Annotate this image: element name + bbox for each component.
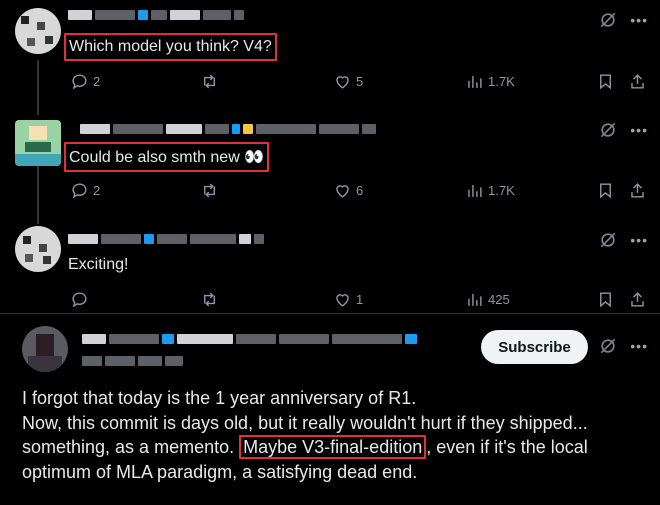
like-count: 1 <box>356 291 364 307</box>
avatar[interactable] <box>15 8 61 54</box>
author-name-redacted[interactable] <box>80 122 376 136</box>
retweet-button[interactable] <box>200 70 219 92</box>
views-count: 425 <box>488 291 510 307</box>
author-name-redacted[interactable] <box>68 8 244 22</box>
tweet-top-actions: ••• <box>598 120 648 140</box>
author-handle-redacted[interactable] <box>82 354 183 368</box>
text-segment: something, as a memento. <box>22 437 235 457</box>
main-tweet-text: I forgot that today is the 1 year annive… <box>22 386 652 484</box>
tweet-top-actions: ••• <box>598 336 648 356</box>
text-line: I forgot that today is the 1 year annive… <box>22 388 417 408</box>
views-count: 1.7K <box>488 182 515 198</box>
bookmark-icon <box>600 73 611 89</box>
bookmark-icon <box>600 291 611 307</box>
like-button[interactable]: 1 <box>333 288 363 310</box>
reply-icon <box>72 291 87 307</box>
share-button[interactable] <box>628 179 647 201</box>
reply-count: 2 <box>93 73 101 89</box>
more-icon[interactable]: ••• <box>630 122 648 138</box>
reply-button[interactable]: 2 <box>70 179 100 201</box>
grok-icon[interactable] <box>598 336 618 356</box>
views-icon <box>468 75 482 88</box>
retweet-button[interactable] <box>200 179 219 201</box>
text-line: something, as a memento. Maybe V3-final-… <box>22 435 652 460</box>
like-button[interactable]: 6 <box>333 179 363 201</box>
grok-icon[interactable] <box>598 10 618 30</box>
bookmark-button[interactable] <box>596 288 615 310</box>
tweet-top-actions: ••• <box>598 230 648 250</box>
avatar[interactable] <box>22 326 68 372</box>
share-button[interactable] <box>628 288 647 310</box>
grok-icon[interactable] <box>598 230 618 250</box>
more-icon[interactable]: ••• <box>630 232 648 248</box>
more-icon[interactable]: ••• <box>630 338 648 354</box>
tweet-text: Exciting! <box>68 256 129 273</box>
author-name-redacted[interactable] <box>68 232 264 246</box>
reply-icon <box>72 182 87 198</box>
reply-icon <box>72 73 87 89</box>
retweet-icon <box>204 183 215 197</box>
tweet-text: Could be also smth new 👀 <box>64 142 270 172</box>
avatar[interactable] <box>15 120 61 166</box>
tweet-text: Which model you think? V4? <box>64 33 277 61</box>
subscribe-button[interactable]: Subscribe <box>481 330 588 364</box>
retweet-button[interactable] <box>200 288 219 310</box>
views-button[interactable]: 1.7K <box>465 70 515 92</box>
tweet-actions: 1 425 <box>0 288 660 310</box>
share-icon <box>631 182 644 198</box>
views-count: 1.7K <box>488 73 515 89</box>
heart-icon <box>336 293 349 307</box>
heart-icon <box>336 75 349 89</box>
heart-icon <box>336 184 349 198</box>
bookmark-button[interactable] <box>596 179 615 201</box>
views-icon <box>468 184 482 197</box>
share-icon <box>631 291 644 307</box>
highlighted-text: Maybe V3-final-edition <box>239 435 427 459</box>
tweet-text-content: Could be also smth new <box>69 149 240 166</box>
bookmark-button[interactable] <box>596 70 615 92</box>
text-segment: , even if it's the local <box>426 437 588 457</box>
views-button[interactable]: 425 <box>465 288 510 310</box>
reply-button[interactable]: 2 <box>70 70 100 92</box>
like-count: 5 <box>356 73 364 89</box>
reply-count: 2 <box>93 182 101 198</box>
bookmark-icon <box>600 182 611 198</box>
like-button[interactable]: 5 <box>333 70 363 92</box>
views-icon <box>468 293 482 306</box>
reply-tweet-1[interactable]: ••• Which model you think? V4? 2 5 1.7K <box>0 0 660 105</box>
reply-tweet-2[interactable]: ••• Could be also smth new 👀 2 6 1.7K <box>0 110 660 215</box>
tweet-actions: 2 6 1.7K <box>0 179 660 201</box>
share-icon <box>631 73 644 89</box>
eyes-emoji: 👀 <box>244 149 265 166</box>
retweet-icon <box>204 292 215 306</box>
more-icon[interactable]: ••• <box>630 12 648 28</box>
views-button[interactable]: 1.7K <box>465 179 515 201</box>
like-count: 6 <box>356 182 364 198</box>
avatar[interactable] <box>15 226 61 272</box>
share-button[interactable] <box>628 70 647 92</box>
reply-tweet-3[interactable]: ••• Exciting! 1 425 <box>0 218 660 310</box>
grok-icon[interactable] <box>598 120 618 140</box>
tweet-actions: 2 5 1.7K <box>0 70 660 92</box>
text-line: optimum of MLA paradigm, a satisfying de… <box>22 461 418 482</box>
text-line: Now, this commit is days old, but it rea… <box>22 412 588 433</box>
reply-button[interactable] <box>70 288 93 310</box>
tweet-top-actions: ••• <box>598 10 648 30</box>
retweet-icon <box>204 74 215 88</box>
author-name-redacted[interactable] <box>82 332 417 346</box>
